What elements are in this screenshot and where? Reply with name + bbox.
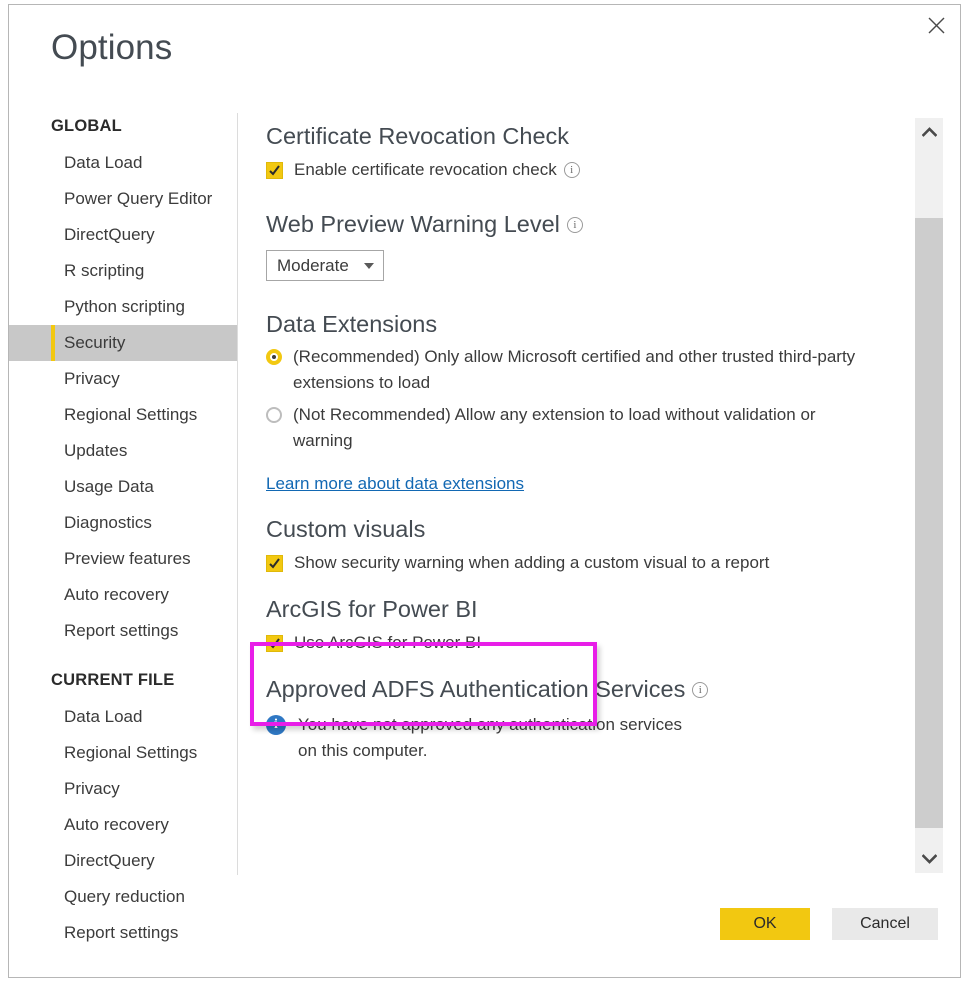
radio-label: (Recommended) Only allow Microsoft certi… bbox=[293, 347, 856, 393]
sidebar-item-label: Python scripting bbox=[64, 297, 185, 316]
ok-button[interactable]: OK bbox=[720, 908, 810, 940]
settings-scroll-viewport: Update or approve app-level settings Cer… bbox=[247, 101, 907, 873]
setting-show-security-warning[interactable]: Show security warning when adding a cust… bbox=[266, 552, 907, 574]
close-icon[interactable] bbox=[914, 7, 958, 43]
setting-use-arcgis[interactable]: Use ArcGIS for Power BI bbox=[266, 632, 907, 654]
section-web-preview-warning-level: Web Preview Warning Level i Moderate bbox=[247, 211, 907, 282]
checkbox-label: Show security warning when adding a cust… bbox=[294, 553, 770, 573]
sidebar-group-title-current-file: CURRENT FILE bbox=[51, 671, 175, 689]
sidebar-item-label: DirectQuery bbox=[64, 225, 155, 244]
section-heading: Data Extensions bbox=[266, 311, 438, 338]
sidebar-item-cf-data-load[interactable]: Data Load bbox=[9, 699, 237, 735]
setting-enable-certificate-revocation[interactable]: Enable certificate revocation check i bbox=[266, 159, 907, 181]
page-title: Options bbox=[51, 28, 173, 67]
sidebar-item-python-scripting[interactable]: Python scripting bbox=[9, 289, 237, 325]
section-heading: ArcGIS for Power BI bbox=[266, 596, 478, 623]
sidebar-item-data-load[interactable]: Data Load bbox=[9, 145, 237, 181]
sidebar-item-preview-features[interactable]: Preview features bbox=[9, 541, 237, 577]
sidebar-item-label: Security bbox=[64, 333, 126, 352]
sidebar-group-title-global: GLOBAL bbox=[51, 117, 122, 135]
section-certificate-revocation: Certificate Revocation Check Enable cert… bbox=[247, 123, 907, 181]
sidebar-item-report-settings[interactable]: Report settings bbox=[9, 613, 237, 649]
sidebar-item-label: Report settings bbox=[64, 621, 179, 640]
sidebar-item-label: Privacy bbox=[64, 369, 120, 388]
sidebar-item-label: Regional Settings bbox=[64, 743, 198, 762]
radio-label: (Not Recommended) Allow any extension to… bbox=[293, 405, 816, 451]
adfs-notice-text: You have not approved any authentication… bbox=[298, 715, 683, 761]
sidebar-item-label: Data Load bbox=[64, 153, 143, 172]
sidebar-item-privacy[interactable]: Privacy bbox=[9, 361, 237, 397]
sidebar-item-label: Updates bbox=[64, 441, 128, 460]
sidebar-item-usage-data[interactable]: Usage Data bbox=[9, 469, 237, 505]
cancel-button[interactable]: Cancel bbox=[832, 908, 938, 940]
section-heading-row: Approved ADFS Authentication Services i bbox=[266, 676, 907, 703]
checkbox-show-security-warning[interactable] bbox=[266, 555, 283, 573]
sidebar-item-cf-regional-settings[interactable]: Regional Settings bbox=[9, 735, 237, 771]
info-icon[interactable]: i bbox=[563, 162, 580, 179]
check-glyph bbox=[269, 638, 280, 649]
adfs-notice: i You have not approved any authenticati… bbox=[266, 712, 907, 764]
sidebar-item-label: Power Query Editor bbox=[64, 189, 213, 208]
section-arcgis-for-power-bi: ArcGIS for Power BI Use ArcGIS for Power… bbox=[247, 596, 907, 654]
dialog-footer: OK Cancel bbox=[9, 901, 960, 949]
learn-more-data-extensions-link[interactable]: Learn more about data extensions bbox=[266, 474, 524, 494]
sidebar-item-regional-settings[interactable]: Regional Settings bbox=[9, 397, 237, 433]
sidebar-item-cf-auto-recovery[interactable]: Auto recovery bbox=[9, 807, 237, 843]
radio-button-unselected[interactable] bbox=[266, 407, 282, 424]
checkbox-label-text: Enable certificate revocation check bbox=[294, 160, 557, 180]
section-heading: Certificate Revocation Check bbox=[266, 123, 570, 149]
info-icon[interactable]: i bbox=[692, 681, 709, 698]
radio-button-selected[interactable] bbox=[266, 349, 282, 366]
chevron-down-icon[interactable] bbox=[915, 845, 943, 873]
chevron-down-glyph bbox=[921, 854, 937, 864]
scrollbar-thumb[interactable] bbox=[915, 218, 943, 828]
sidebar-item-label: DirectQuery bbox=[64, 851, 155, 870]
checkbox-label: Enable certificate revocation check i bbox=[294, 159, 580, 181]
vertical-divider bbox=[237, 113, 238, 875]
sidebar-item-diagnostics[interactable]: Diagnostics bbox=[9, 505, 237, 541]
sidebar-item-label: Privacy bbox=[64, 779, 120, 798]
sidebar-item-cf-privacy[interactable]: Privacy bbox=[9, 771, 237, 807]
checkbox-enable-certificate-revocation[interactable] bbox=[266, 162, 283, 180]
sidebar-item-security[interactable]: Security bbox=[9, 325, 237, 361]
chevron-up-icon[interactable] bbox=[915, 118, 943, 146]
section-heading: Web Preview Warning Level bbox=[266, 211, 560, 238]
sidebar-item-label: Preview features bbox=[64, 549, 191, 568]
section-heading: Custom visuals bbox=[266, 516, 426, 543]
checkbox-label: Use ArcGIS for Power BI bbox=[294, 633, 482, 653]
sidebar-item-label: Regional Settings bbox=[64, 405, 198, 424]
sidebar-item-label: Usage Data bbox=[64, 477, 154, 496]
sidebar-item-label: R scripting bbox=[64, 261, 145, 280]
options-dialog: Options GLOBAL Data Load Power Query Edi… bbox=[8, 4, 961, 978]
checkbox-use-arcgis[interactable] bbox=[266, 635, 283, 653]
sidebar-item-r-scripting[interactable]: R scripting bbox=[9, 253, 237, 289]
sidebar-item-label: Diagnostics bbox=[64, 513, 152, 532]
sidebar-item-label: Data Load bbox=[64, 707, 143, 726]
section-data-extensions: Data Extensions (Recommended) Only allow… bbox=[247, 311, 907, 494]
info-icon[interactable]: i bbox=[566, 216, 583, 233]
sidebar-item-label: Auto recovery bbox=[64, 815, 169, 834]
chevron-up-glyph bbox=[921, 127, 937, 137]
section-custom-visuals: Custom visuals Show security warning whe… bbox=[247, 516, 907, 574]
sidebar-item-power-query-editor[interactable]: Power Query Editor bbox=[9, 181, 237, 217]
info-filled-icon: i bbox=[266, 715, 286, 736]
radio-option-not-recommended[interactable]: (Not Recommended) Allow any extension to… bbox=[266, 402, 907, 454]
check-glyph bbox=[269, 558, 280, 569]
section-heading-row: Web Preview Warning Level i bbox=[266, 211, 907, 238]
close-glyph bbox=[928, 17, 944, 33]
dropdown-value: Moderate bbox=[277, 255, 349, 275]
chevron-down-icon bbox=[364, 262, 374, 269]
vertical-scrollbar[interactable] bbox=[915, 118, 943, 873]
options-sidebar: GLOBAL Data Load Power Query Editor Dire… bbox=[9, 117, 237, 977]
check-glyph bbox=[269, 165, 280, 176]
sidebar-item-auto-recovery[interactable]: Auto recovery bbox=[9, 577, 237, 613]
section-heading: Approved ADFS Authentication Services bbox=[266, 676, 686, 703]
radio-option-recommended[interactable]: (Recommended) Only allow Microsoft certi… bbox=[266, 344, 907, 396]
web-preview-warning-level-dropdown[interactable]: Moderate bbox=[266, 250, 384, 282]
sidebar-item-label: Auto recovery bbox=[64, 585, 169, 604]
sidebar-item-updates[interactable]: Updates bbox=[9, 433, 237, 469]
section-approved-adfs-authentication-services: Approved ADFS Authentication Services i … bbox=[247, 676, 907, 764]
sidebar-item-directquery[interactable]: DirectQuery bbox=[9, 217, 237, 253]
sidebar-item-cf-directquery[interactable]: DirectQuery bbox=[9, 843, 237, 879]
